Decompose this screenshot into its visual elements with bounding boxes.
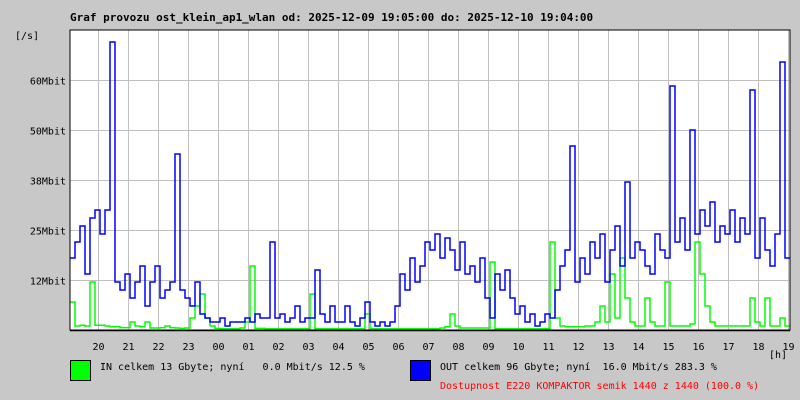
y-tick-label: 38Mbit [30, 177, 66, 188]
x-tick-label: 15 [662, 342, 674, 353]
x-tick-label: 13 [602, 342, 614, 353]
x-tick-label: 09 [482, 342, 494, 353]
x-tick-label: 01 [242, 342, 254, 353]
x-tick-label: 03 [302, 342, 314, 353]
x-tick-label: 17 [722, 342, 734, 353]
x-tick-label: 04 [332, 342, 344, 353]
x-tick-label: 20 [92, 342, 104, 353]
y-tick-label: 60Mbit [30, 77, 66, 88]
y-tick-label: 50Mbit [30, 127, 66, 138]
y-axis-labels: 12Mbit 25Mbit 38Mbit 50Mbit 60Mbit [30, 77, 66, 288]
x-tick-label: 07 [422, 342, 434, 353]
x-tick-label: 16 [692, 342, 704, 353]
in-legend-label: IN celkem 13 Gbyte; nyní 0.0 Mbit/s 12.5… [100, 362, 365, 373]
x-tick-label: 10 [512, 342, 524, 353]
x-tick-label: 18 [752, 342, 764, 353]
y-tick-label: 12Mbit [30, 277, 66, 288]
x-tick-label: 19 [782, 342, 794, 353]
x-tick-label: 00 [212, 342, 224, 353]
in-legend-swatch [70, 360, 91, 381]
y-tick-label: 25Mbit [30, 227, 66, 238]
x-tick-label: 08 [452, 342, 464, 353]
availability-text: Dostupnost E220 KOMPAKTOR semik 1440 z 1… [440, 381, 760, 392]
x-axis-labels: 20 21 22 23 00 01 02 03 04 05 06 07 08 09 10 11 12 13 14 15… [92, 342, 794, 353]
x-tick-label: 21 [122, 342, 134, 353]
x-tick-label: 05 [362, 342, 374, 353]
x-tick-label: 22 [152, 342, 164, 353]
x-tick-label: 23 [182, 342, 194, 353]
x-tick-label: 11 [542, 342, 554, 353]
x-tick-label: 14 [632, 342, 644, 353]
out-legend-label: OUT celkem 96 Gbyte; nyní 16.0 Mbit/s 28… [440, 362, 717, 373]
x-tick-label: 06 [392, 342, 404, 353]
out-legend-swatch [410, 360, 431, 381]
traffic-chart: 12Mbit 25Mbit 38Mbit 50Mbit 60Mbit 20 21 22 23 0… [30, 29, 795, 353]
x-tick-label: 12 [572, 342, 584, 353]
x-tick-label: 02 [272, 342, 284, 353]
